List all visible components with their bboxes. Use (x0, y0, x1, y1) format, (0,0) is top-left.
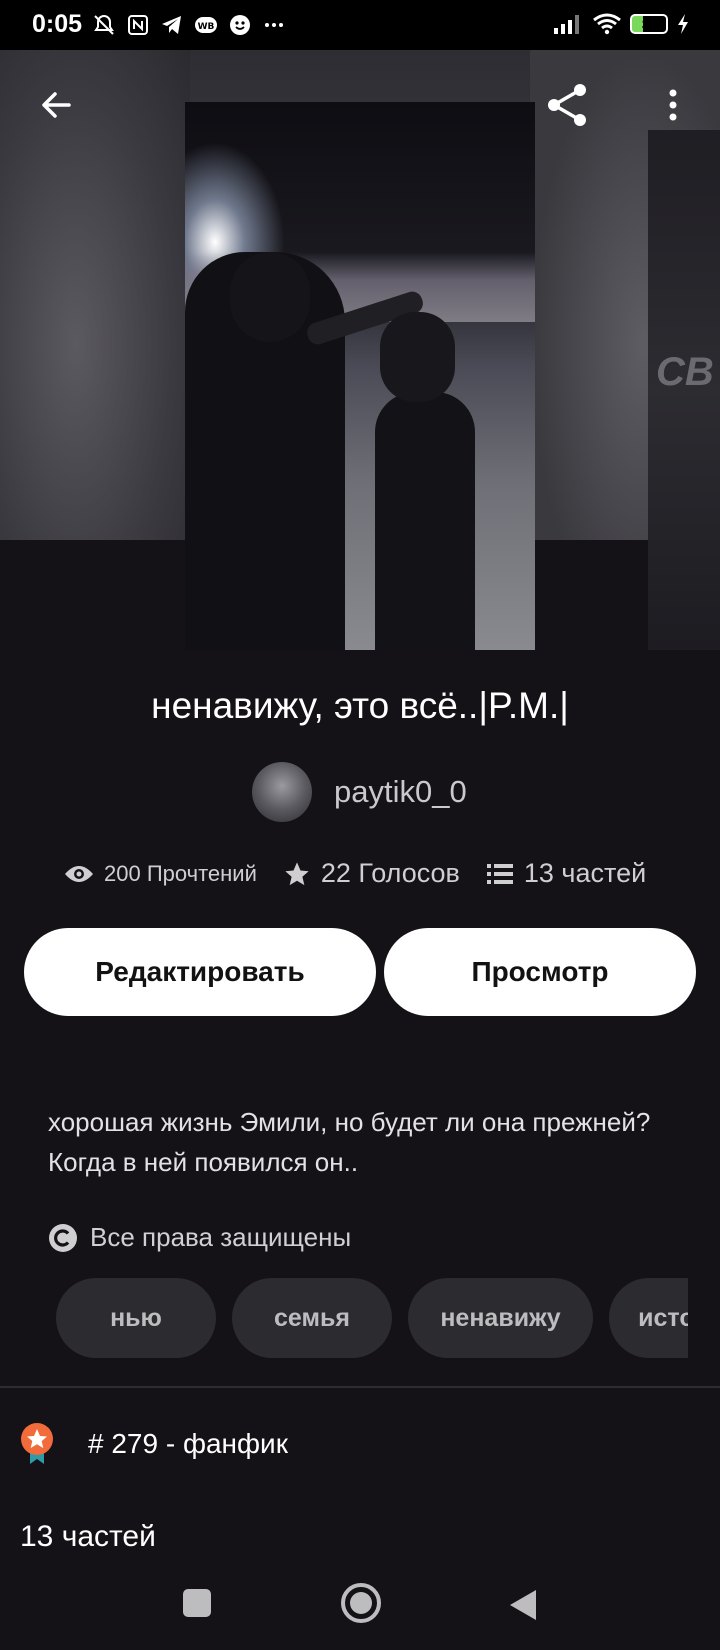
next-cover-image[interactable]: CB (648, 130, 720, 650)
author-name[interactable]: paytik0_0 (334, 774, 467, 810)
status-bar: 0:05 WB 31 (0, 0, 720, 50)
recent-apps-button[interactable] (182, 1588, 212, 1623)
story-title: ненавижу, это всё..|P.M.| (151, 685, 569, 726)
parts-stat: 13 частей (486, 858, 646, 889)
charging-icon (678, 14, 688, 34)
emoji-app-icon (230, 14, 251, 35)
circle-home-icon (341, 1583, 381, 1623)
votes-stat: 22 Голосов (283, 858, 460, 889)
battery-level: 31 (641, 16, 657, 32)
tag-chip[interactable]: ненавижу (408, 1278, 593, 1358)
votes-count: 22 Голосов (320, 858, 460, 888)
author-avatar[interactable] (252, 762, 312, 822)
ranking-row[interactable]: # 279 - фанфик (20, 1422, 288, 1466)
parts-heading: 13 частей (20, 1520, 156, 1553)
nfc-icon (128, 14, 149, 35)
eye-icon (65, 865, 93, 882)
back-button[interactable] (32, 80, 82, 130)
story-cover-image[interactable] (185, 102, 535, 650)
edit-button[interactable]: Редактировать (24, 928, 376, 1016)
copyright-notice: Все права защищены (48, 1222, 351, 1253)
author-link[interactable]: paytik0_0 (252, 762, 467, 822)
system-navigation-bar (0, 1570, 720, 1650)
rank-text[interactable]: # 279 - фанфик (88, 1428, 288, 1460)
more-notifications-icon (265, 22, 284, 27)
story-stats: 200 Прочтений 22 Голосов 13 частей (64, 858, 646, 889)
share-button[interactable] (542, 80, 592, 130)
system-back-button[interactable] (508, 1588, 538, 1627)
reads-stat: 200 Прочтений (64, 861, 257, 887)
wb-app-icon: WB (195, 16, 218, 33)
rank-badge-icon (21, 1423, 53, 1464)
tag-chip[interactable]: нью (56, 1278, 216, 1358)
status-time: 0:05 (32, 10, 83, 38)
list-icon (486, 863, 513, 884)
reads-count: 200 Прочтений (104, 860, 257, 886)
more-vertical-icon (669, 89, 677, 121)
view-button[interactable]: Просмотр (384, 928, 696, 1016)
star-icon (285, 861, 309, 885)
tag-chip[interactable]: семья (232, 1278, 392, 1358)
tag-chip[interactable]: история (609, 1278, 688, 1358)
square-icon (183, 1589, 211, 1617)
signal-icon (554, 15, 579, 34)
triangle-back-icon (510, 1590, 536, 1620)
story-description: хорошая жизнь Эмили, но будет ли она пре… (48, 1107, 651, 1177)
svg-text:WB: WB (198, 22, 215, 32)
battery-indicator: 31 (630, 14, 668, 34)
tags-row[interactable]: нью семья ненавижу история (56, 1278, 688, 1358)
copyright-text: Все права защищены (90, 1222, 352, 1252)
arrow-left-icon (42, 92, 71, 118)
home-button[interactable] (340, 1582, 382, 1629)
wifi-icon (593, 13, 621, 35)
share-icon (548, 84, 586, 126)
telegram-icon (162, 15, 182, 34)
more-options-button[interactable] (648, 80, 698, 130)
mute-bell-icon (94, 14, 114, 35)
divider (0, 1386, 720, 1388)
parts-count: 13 частей (523, 858, 647, 888)
copyright-icon (49, 1223, 77, 1252)
cover-backdrop (0, 50, 190, 540)
